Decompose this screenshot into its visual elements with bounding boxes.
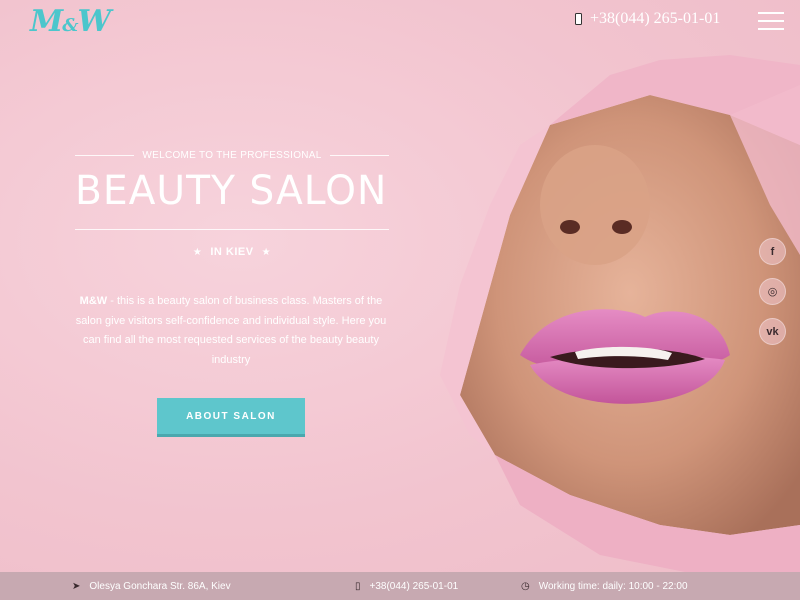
menu-icon-bar: [758, 12, 784, 14]
footer-bar: ➤ Olesya Gonchara Str. 86A, Kiev ▯ +38(0…: [0, 572, 800, 600]
menu-icon[interactable]: [758, 12, 784, 30]
page-title: BEAUTY SALON: [75, 168, 388, 214]
footer-address[interactable]: ➤ Olesya Gonchara Str. 86A, Kiev: [72, 581, 231, 592]
welcome-text: WELCOME TO THE PROFESSIONAL: [142, 150, 322, 161]
location-icon: ➤: [72, 580, 81, 592]
header-phone-number: +38(044) 265-01-01: [590, 10, 721, 27]
welcome-row: WELCOME TO THE PROFESSIONAL: [75, 150, 389, 161]
footer-hours: ◷ Working time: daily: 10:00 - 22:00: [521, 581, 688, 592]
logo[interactable]: M&W: [30, 4, 111, 39]
about-salon-button[interactable]: ABOUT SALON: [157, 398, 305, 434]
star-icon: ★: [261, 246, 272, 258]
footer-hours-text: Working time: daily: 10:00 - 22:00: [538, 580, 688, 592]
logo-ampersand: &: [62, 15, 78, 36]
facebook-icon[interactable]: f: [759, 238, 786, 265]
star-icon: ★: [192, 246, 203, 258]
header-phone[interactable]: +38(044) 265-01-01: [575, 10, 720, 28]
social-links: f ◎ vk: [759, 238, 786, 345]
footer-phone[interactable]: ▯ +38(044) 265-01-01: [355, 581, 458, 592]
description-brand: M&W: [79, 295, 108, 307]
city-row: ★ IN KIEV ★: [75, 246, 389, 258]
logo-letter-w: W: [77, 4, 111, 39]
hero-photo: [440, 55, 800, 575]
menu-icon-bar: [758, 28, 784, 30]
phone-icon: [575, 13, 582, 25]
footer-address-text: Olesya Gonchara Str. 86A, Kiev: [89, 580, 231, 592]
divider: [329, 155, 389, 156]
footer-phone-text: +38(044) 265-01-01: [369, 580, 459, 592]
divider: [75, 229, 389, 230]
logo-letter-m: M: [30, 4, 63, 39]
city-label: IN KIEV: [210, 246, 254, 258]
instagram-icon[interactable]: ◎: [759, 278, 786, 305]
clock-icon: ◷: [521, 580, 530, 592]
vk-icon[interactable]: vk: [759, 318, 786, 345]
description-text: - this is a beauty salon of business cla…: [75, 295, 387, 366]
salon-description: M&W - this is a beauty salon of business…: [72, 292, 390, 370]
divider: [75, 155, 135, 156]
menu-icon-bar: [758, 20, 784, 22]
phone-icon: ▯: [355, 580, 361, 592]
